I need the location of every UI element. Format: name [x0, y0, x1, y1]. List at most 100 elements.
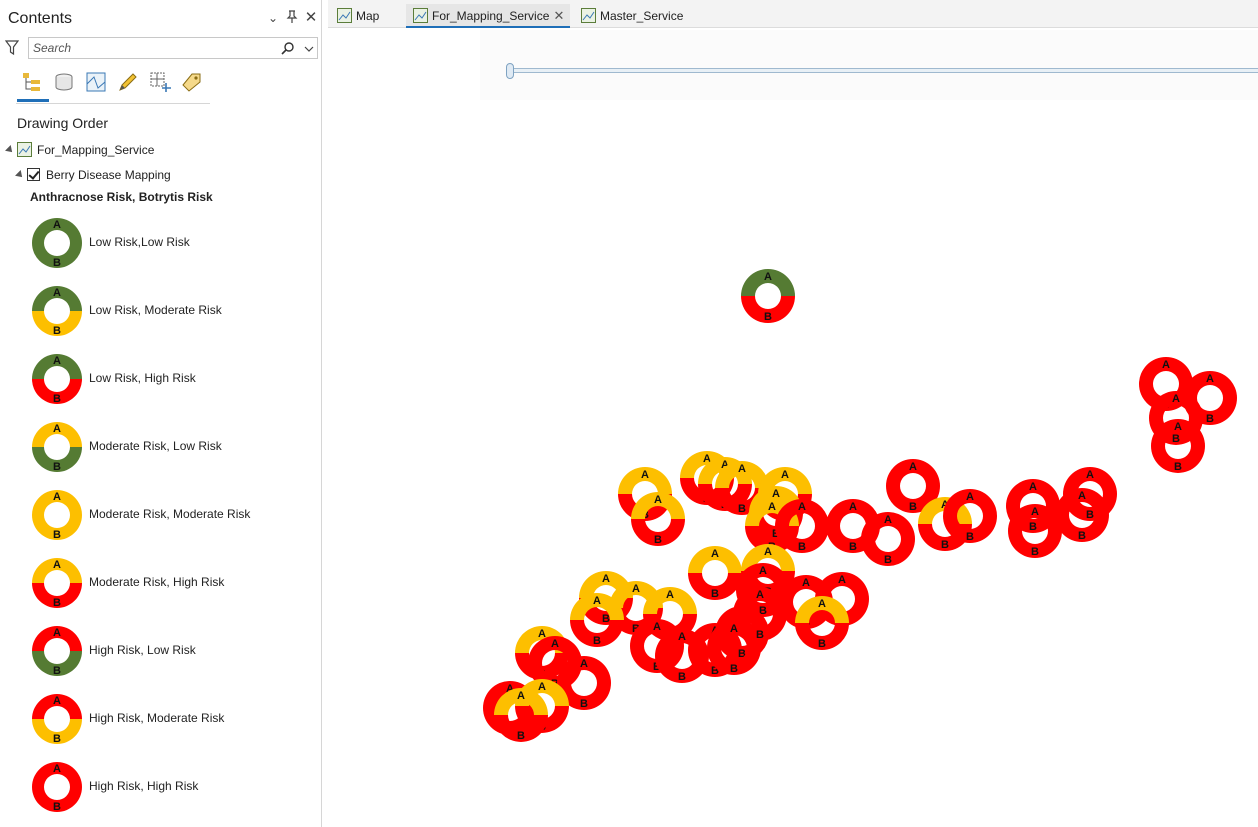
- legend-item[interactable]: A B Low Risk,Low Risk: [30, 214, 310, 272]
- ring-letter-bottom: B: [756, 629, 764, 641]
- ring-letter-bottom: B: [1086, 509, 1094, 521]
- ring-letter-top: A: [1172, 393, 1180, 405]
- map-point-symbol[interactable]: AB: [741, 269, 795, 323]
- close-pane-icon[interactable]: ✕: [303, 10, 319, 26]
- map-view[interactable]: ABABABABABABABABABABABABABABABABABABABAB…: [330, 28, 1258, 827]
- legend-item[interactable]: A B Low Risk, High Risk: [30, 350, 310, 408]
- ring-letter-bottom: B: [798, 541, 806, 553]
- ring-letter-top: A: [53, 763, 61, 775]
- legend-label: Moderate Risk, Low Risk: [89, 439, 222, 453]
- ring-letter-bottom: B: [53, 461, 61, 473]
- ring-letter-bottom: B: [53, 801, 61, 813]
- search-icon[interactable]: [281, 41, 295, 55]
- legend-ring-symbol: AB: [32, 218, 82, 269]
- ring-letter-top: A: [580, 658, 588, 670]
- search-options-chevron-icon[interactable]: [303, 42, 315, 54]
- legend-item[interactable]: A B Low Risk, Moderate Risk: [30, 282, 310, 340]
- ring-letter-top: A: [53, 423, 61, 435]
- list-by-drawing-order-icon[interactable]: [20, 70, 44, 94]
- ring-letter-top: A: [756, 589, 764, 601]
- legend-ring[interactable]: AB: [32, 558, 82, 609]
- ring-letter-top: A: [711, 548, 719, 560]
- legend-label: Moderate Risk, Moderate Risk: [89, 507, 251, 521]
- ring-letter-top: A: [53, 559, 61, 571]
- legend-item[interactable]: A B High Risk, High Risk: [30, 758, 310, 816]
- ring-letter-bottom: B: [909, 501, 917, 513]
- filter-icon[interactable]: [4, 40, 21, 56]
- map-point-symbol[interactable]: AB: [1151, 419, 1205, 473]
- legend-ring-symbol: AB: [32, 286, 82, 337]
- list-by-labeling-icon[interactable]: [180, 70, 204, 94]
- map-point-symbol[interactable]: AB: [775, 499, 829, 553]
- map-tree-node[interactable]: For_Mapping_Service: [5, 141, 306, 159]
- ring-letter-bottom: B: [53, 257, 61, 269]
- ring-letter-bottom: B: [678, 671, 686, 683]
- layer-visibility-checkbox[interactable]: [27, 168, 40, 181]
- ring-letter-top: A: [772, 488, 780, 500]
- tab-master-service[interactable]: Master_Service: [574, 4, 684, 28]
- ring-letter-top: A: [654, 494, 662, 506]
- legend-ring[interactable]: AB: [32, 354, 82, 405]
- tab-label: Map: [356, 9, 380, 23]
- ring-letter-bottom: B: [53, 733, 61, 745]
- legend-ring[interactable]: AB: [32, 762, 82, 813]
- pane-options-chevron-icon[interactable]: ⌄: [265, 10, 281, 26]
- ring-letter-top: A: [1078, 490, 1086, 502]
- ring-letter-top: A: [768, 501, 776, 513]
- tab-for-mapping-service[interactable]: For_Mapping_Service ✕: [406, 4, 570, 28]
- legend-ring[interactable]: AB: [32, 422, 82, 473]
- ring-letter-bottom: B: [884, 554, 892, 566]
- list-by-data-source-icon[interactable]: [52, 70, 76, 94]
- layer-tree-node[interactable]: Berry Disease Mapping: [15, 166, 306, 184]
- ring-letter-bottom: B: [966, 531, 974, 543]
- ring-letter-top: A: [53, 695, 61, 707]
- drawing-order-title: Drawing Order: [17, 115, 109, 131]
- search-field[interactable]: [28, 37, 318, 59]
- collapse-layer-icon[interactable]: [15, 170, 25, 180]
- legend-item[interactable]: A B Moderate Risk, Low Risk: [30, 418, 310, 476]
- legend-ring-symbol: AB: [32, 490, 82, 541]
- contents-title: Contents: [8, 10, 73, 27]
- ring-letter-bottom: B: [53, 665, 61, 677]
- legend-ring[interactable]: AB: [32, 218, 82, 269]
- ring-letter-top: A: [517, 690, 525, 702]
- collapse-map-icon[interactable]: [5, 145, 15, 155]
- ring-letter-bottom: B: [1031, 546, 1039, 558]
- ring-letter-top: A: [538, 681, 546, 693]
- legend-ring[interactable]: AB: [32, 286, 82, 337]
- pin-icon[interactable]: [284, 10, 300, 26]
- ring-letter-bottom: B: [654, 534, 662, 546]
- legend-item[interactable]: A B Moderate Risk, High Risk: [30, 554, 310, 612]
- search-input[interactable]: [29, 38, 279, 58]
- list-by-snapping-icon[interactable]: [148, 70, 172, 94]
- legend-ring[interactable]: AB: [32, 626, 82, 677]
- legend-item[interactable]: A B High Risk, Low Risk: [30, 622, 310, 680]
- close-tab-icon[interactable]: ✕: [552, 4, 566, 28]
- tab-map[interactable]: Map: [330, 4, 400, 28]
- list-by-selection-icon[interactable]: [84, 70, 108, 94]
- legend-item[interactable]: A B High Risk, Moderate Risk: [30, 690, 310, 748]
- ring-letter-bottom: B: [593, 635, 601, 647]
- map-point-symbol[interactable]: AB: [861, 512, 915, 566]
- ring-letter-top: A: [849, 501, 857, 513]
- map-point-symbol[interactable]: AB: [631, 492, 685, 546]
- map-canvas[interactable]: ABABABABABABABABABABABABABABABABABABABAB…: [330, 28, 1258, 827]
- legend-ring[interactable]: AB: [32, 490, 82, 541]
- legend-label: Low Risk, Moderate Risk: [89, 303, 222, 317]
- legend-ring-symbol: AB: [32, 422, 82, 473]
- map-node-label: For_Mapping_Service: [37, 143, 155, 157]
- list-by-editing-icon[interactable]: [116, 70, 140, 94]
- ring-letter-bottom: B: [602, 613, 610, 625]
- ring-letter-top: A: [653, 621, 661, 633]
- ring-letter-bottom: B: [941, 539, 949, 551]
- legend-label: Low Risk,Low Risk: [89, 235, 190, 249]
- ring-letter-bottom: B: [1078, 530, 1086, 542]
- ring-letter-top: A: [53, 627, 61, 639]
- ring-letter-top: A: [781, 469, 789, 481]
- map-point-symbol[interactable]: AB: [688, 546, 742, 600]
- ring-letter-top: A: [764, 546, 772, 558]
- legend-item[interactable]: A B Moderate Risk, Moderate Risk: [30, 486, 310, 544]
- ring-letter-bottom: B: [1172, 433, 1180, 445]
- legend-ring[interactable]: AB: [32, 694, 82, 745]
- ring-letter-top: A: [798, 501, 806, 513]
